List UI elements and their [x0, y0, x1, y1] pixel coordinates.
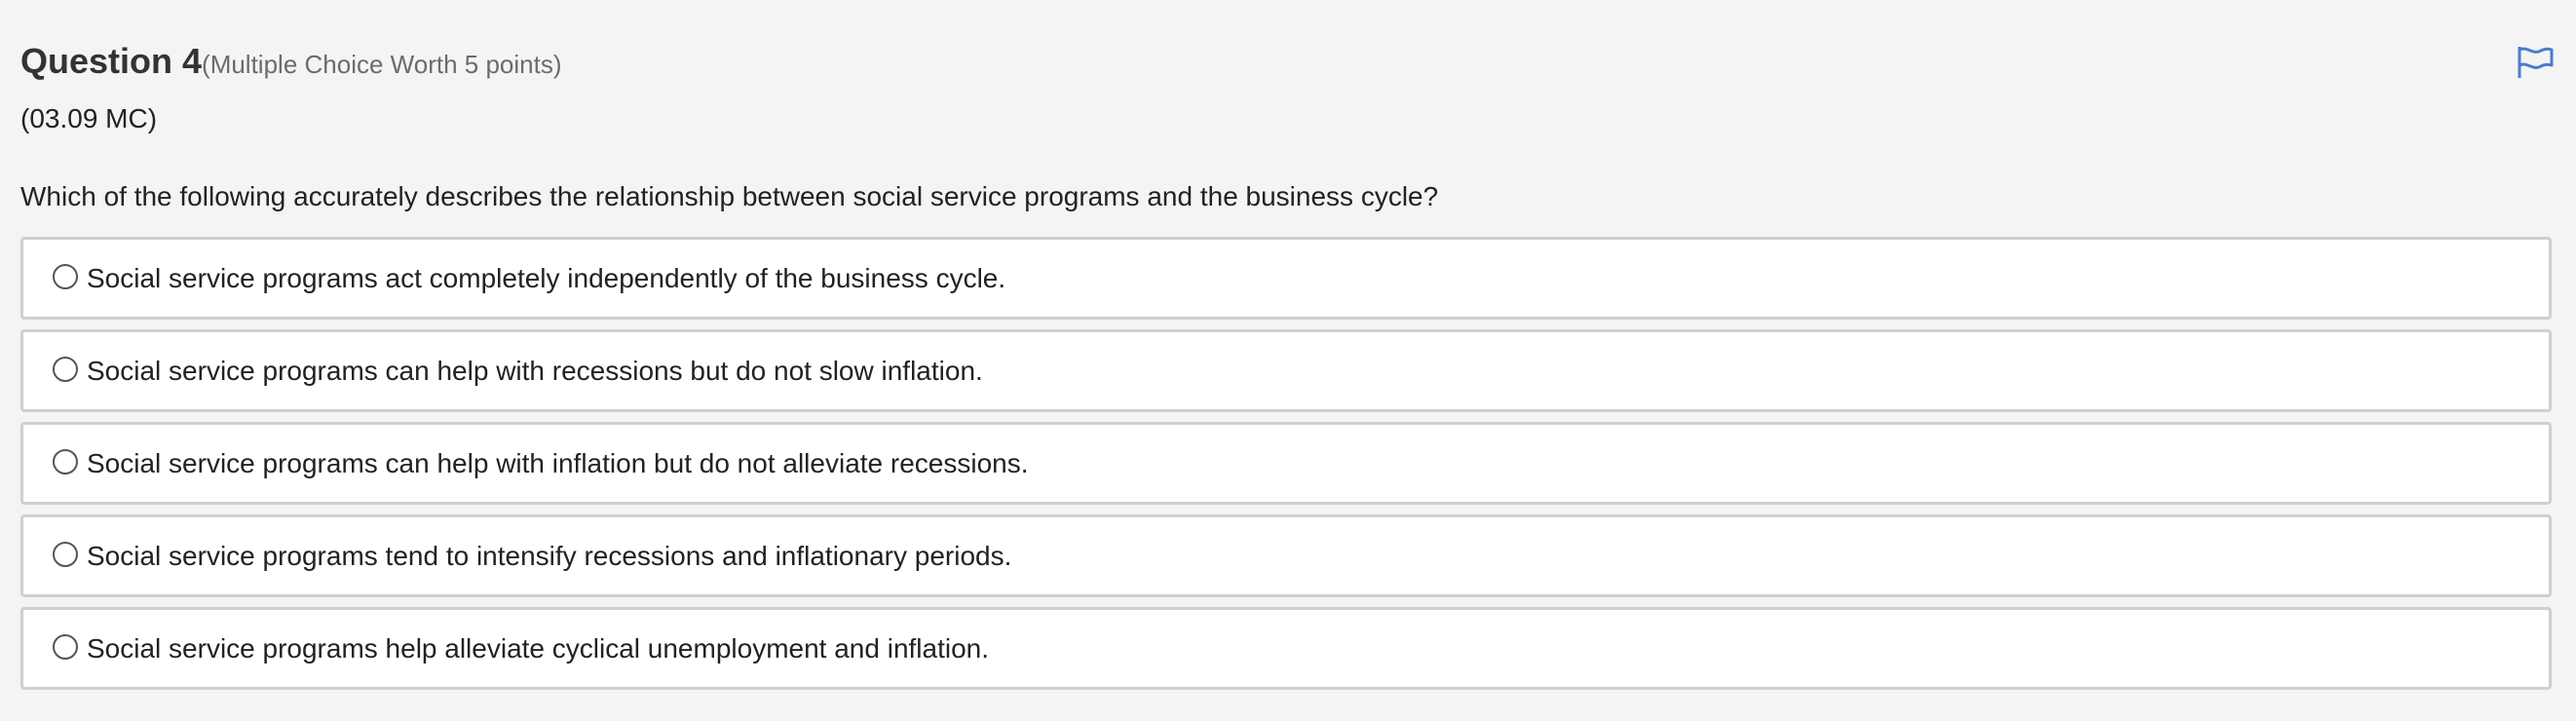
answer-option-label: Social service programs help alleviate c…	[87, 632, 990, 664]
answer-options: Social service programs act completely i…	[20, 237, 2552, 700]
question-worth: (Multiple Choice Worth 5 points)	[202, 50, 562, 79]
question-title: Question 4	[20, 41, 203, 81]
radio-button[interactable]	[53, 356, 78, 382]
flag-icon	[2518, 47, 2554, 78]
answer-option-e[interactable]: Social service programs help alleviate c…	[20, 607, 2552, 690]
radio-button[interactable]	[53, 448, 78, 474]
question-header: Question 4(Multiple Choice Worth 5 point…	[20, 41, 561, 82]
answer-option-a[interactable]: Social service programs act completely i…	[20, 237, 2552, 320]
answer-option-c[interactable]: Social service programs can help with in…	[20, 422, 2552, 505]
answer-option-label: Social service programs can help with in…	[87, 447, 1029, 478]
answer-option-label: Social service programs can help with re…	[87, 355, 983, 386]
answer-option-d[interactable]: Social service programs tend to intensif…	[20, 514, 2552, 597]
answer-option-b[interactable]: Social service programs can help with re…	[20, 329, 2552, 412]
radio-button[interactable]	[53, 541, 78, 567]
flag-question-button[interactable]	[2516, 45, 2555, 80]
radio-button[interactable]	[53, 263, 78, 289]
radio-button[interactable]	[53, 633, 78, 660]
question-prompt: Which of the following accurately descri…	[20, 181, 1439, 211]
answer-option-label: Social service programs tend to intensif…	[87, 540, 1012, 571]
question-code: (03.09 MC)	[20, 103, 158, 133]
answer-option-label: Social service programs act completely i…	[87, 262, 1006, 293]
